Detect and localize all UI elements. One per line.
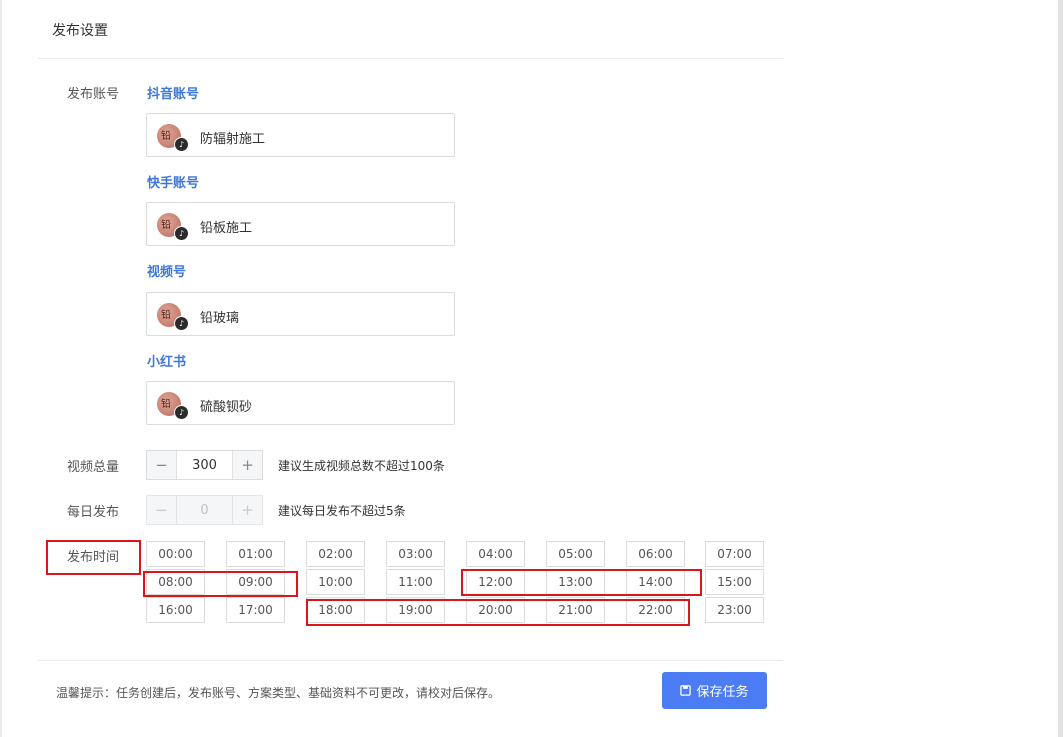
save-icon [680,685,692,696]
account-name: 硫酸钡砂 [200,400,253,415]
time-slot-0800[interactable]: 08:00 [146,569,205,595]
time-slot-2300[interactable]: 23:00 [705,597,764,623]
avatar-text: 铅 [161,399,171,410]
time-slot-1300[interactable]: 13:00 [546,569,605,595]
save-task-button[interactable]: 保存任务 [662,672,767,709]
time-slot-1200[interactable]: 12:00 [466,569,525,595]
account-name: 铅板施工 [200,221,253,236]
time-slot-0200[interactable]: 02:00 [306,541,365,567]
publish-time-label: 发布时间 [67,550,120,565]
platform-label-xiaohongshu: 小红书 [147,355,187,370]
time-slot-1600[interactable]: 16:00 [146,597,205,623]
time-slot-1700[interactable]: 17:00 [226,597,285,623]
platform-label-kuaishou: 快手账号 [147,176,200,191]
time-slot-0000[interactable]: 00:00 [146,541,205,567]
time-slot-0500[interactable]: 05:00 [546,541,605,567]
tiktok-icon: ♪ [174,316,189,331]
increment-button[interactable]: + [232,496,262,524]
video-total-stepper: − 300 + [146,450,263,480]
decrement-button[interactable]: − [147,496,177,524]
time-slot-1400[interactable]: 14:00 [626,569,685,595]
time-slot-0100[interactable]: 01:00 [226,541,285,567]
tiktok-icon: ♪ [174,405,189,420]
time-slot-2200[interactable]: 22:00 [626,597,685,623]
time-slot-0900[interactable]: 09:00 [226,569,285,595]
footer-divider [38,660,783,661]
avatar-text: 铅 [161,310,171,321]
footer-tip: 温馨提示：任务创建后，发布账号、方案类型、基础资料不可更改，请校对后保存。 [56,686,501,700]
time-slot-2100[interactable]: 21:00 [546,597,605,623]
account-name: 铅玻璃 [200,311,240,326]
left-edge [0,0,2,737]
accounts-label: 发布账号 [67,87,120,102]
avatar-text: 铅 [161,131,171,142]
account-card-douyin[interactable]: 铅 ♪ 防辐射施工 [146,113,455,157]
increment-button[interactable]: + [232,451,262,479]
platform-label-douyin: 抖音账号 [147,87,200,102]
header-divider [38,58,783,59]
time-slot-1900[interactable]: 19:00 [386,597,445,623]
account-card-kuaishou[interactable]: 铅 ♪ 铅板施工 [146,202,455,246]
time-slot-0300[interactable]: 03:00 [386,541,445,567]
time-slot-1100[interactable]: 11:00 [386,569,445,595]
account-card-xiaohongshu[interactable]: 铅 ♪ 硫酸钡砂 [146,381,455,425]
video-total-input[interactable]: 300 [177,451,232,479]
daily-publish-hint: 建议每日发布不超过5条 [278,504,406,518]
tiktok-icon: ♪ [174,137,189,152]
page-title: 发布设置 [52,23,108,39]
save-task-label: 保存任务 [696,685,749,700]
daily-publish-input[interactable]: 0 [177,496,232,524]
avatar-text: 铅 [161,220,171,231]
time-slot-0400[interactable]: 04:00 [466,541,525,567]
time-slot-1000[interactable]: 10:00 [306,569,365,595]
right-scrollbar-track[interactable] [1058,0,1063,737]
decrement-button[interactable]: − [147,451,177,479]
video-total-hint: 建议生成视频总数不超过100条 [278,459,445,473]
time-slot-0600[interactable]: 06:00 [626,541,685,567]
account-name: 防辐射施工 [200,132,266,147]
account-card-shipinhao[interactable]: 铅 ♪ 铅玻璃 [146,292,455,336]
time-slot-2000[interactable]: 20:00 [466,597,525,623]
video-total-label: 视频总量 [67,460,120,475]
time-slot-1500[interactable]: 15:00 [705,569,764,595]
tiktok-icon: ♪ [174,226,189,241]
time-slot-1800[interactable]: 18:00 [306,597,365,623]
daily-publish-label: 每日发布 [67,505,120,520]
daily-publish-stepper: − 0 + [146,495,263,525]
time-slot-0700[interactable]: 07:00 [705,541,764,567]
platform-label-shipinhao: 视频号 [147,265,187,280]
